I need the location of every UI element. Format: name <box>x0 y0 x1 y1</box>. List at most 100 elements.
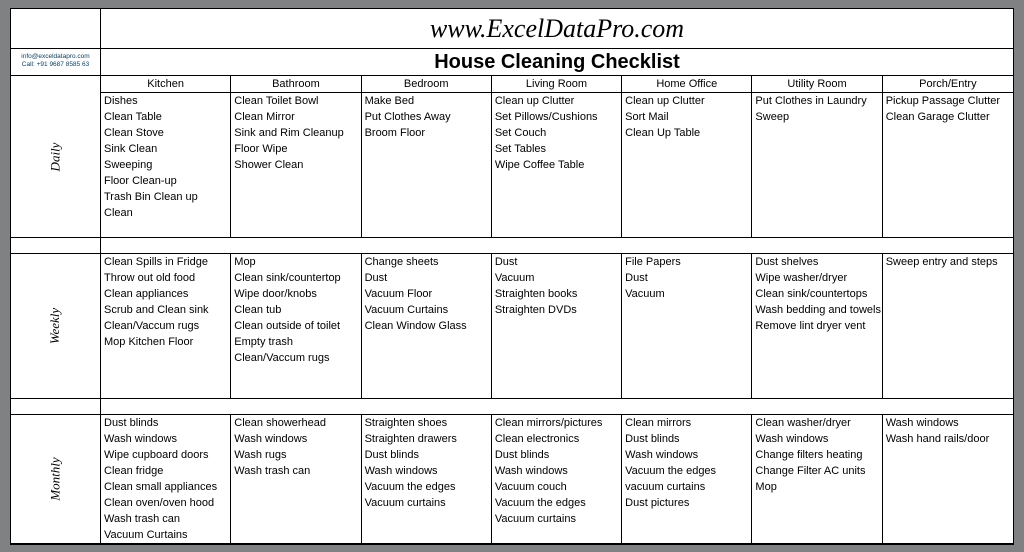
task-cell[interactable] <box>101 366 231 382</box>
task-cell[interactable]: Clean fridge <box>101 463 231 479</box>
task-cell[interactable]: Clean showerhead <box>231 415 361 431</box>
task-cell[interactable]: Vacuum the edges <box>622 463 752 479</box>
task-cell[interactable]: Vacuum <box>492 270 622 286</box>
task-cell[interactable]: Vacuum curtains <box>362 495 492 511</box>
task-cell[interactable] <box>492 189 622 205</box>
task-cell[interactable]: Straighten drawers <box>362 431 492 447</box>
task-cell[interactable]: Make Bed <box>362 93 492 109</box>
task-cell[interactable] <box>622 221 752 237</box>
task-cell[interactable] <box>883 141 1013 157</box>
task-cell[interactable] <box>752 125 882 141</box>
task-cell[interactable]: Straighten DVDs <box>492 302 622 318</box>
task-cell[interactable] <box>492 334 622 350</box>
task-cell[interactable] <box>752 511 882 527</box>
task-cell[interactable] <box>752 141 882 157</box>
task-cell[interactable] <box>231 173 361 189</box>
task-cell[interactable] <box>883 495 1013 511</box>
task-cell[interactable]: Dust <box>492 254 622 270</box>
task-cell[interactable]: Wash windows <box>622 447 752 463</box>
task-cell[interactable] <box>362 527 492 543</box>
task-cell[interactable] <box>883 318 1013 334</box>
task-cell[interactable] <box>362 157 492 173</box>
task-cell[interactable] <box>622 302 752 318</box>
task-cell[interactable]: Wash windows <box>492 463 622 479</box>
task-cell[interactable] <box>492 382 622 398</box>
task-cell[interactable]: Clean Mirror <box>231 109 361 125</box>
task-cell[interactable]: Straighten shoes <box>362 415 492 431</box>
task-cell[interactable]: Change Filter AC units <box>752 463 882 479</box>
task-cell[interactable]: Wash windows <box>231 431 361 447</box>
task-cell[interactable] <box>883 479 1013 495</box>
task-cell[interactable] <box>752 495 882 511</box>
task-cell[interactable]: Clean mirrors/pictures <box>492 415 622 431</box>
task-cell[interactable] <box>752 173 882 189</box>
task-cell[interactable] <box>362 511 492 527</box>
task-cell[interactable]: Scrub and Clean sink <box>101 302 231 318</box>
task-cell[interactable] <box>231 511 361 527</box>
task-cell[interactable] <box>622 350 752 366</box>
task-cell[interactable] <box>752 382 882 398</box>
task-cell[interactable]: Change filters heating <box>752 447 882 463</box>
task-cell[interactable]: Clean Table <box>101 109 231 125</box>
task-cell[interactable]: Sweep entry and steps <box>883 254 1013 270</box>
task-cell[interactable]: Wash windows <box>752 431 882 447</box>
task-cell[interactable]: vacuum curtains <box>622 479 752 495</box>
task-cell[interactable] <box>883 286 1013 302</box>
task-cell[interactable] <box>231 205 361 221</box>
task-cell[interactable] <box>101 221 231 237</box>
task-cell[interactable]: Clean/Vaccum rugs <box>101 318 231 334</box>
task-cell[interactable] <box>231 366 361 382</box>
task-cell[interactable]: Set Pillows/Cushions <box>492 109 622 125</box>
task-cell[interactable] <box>883 350 1013 366</box>
task-cell[interactable] <box>362 382 492 398</box>
task-cell[interactable]: Wash hand rails/door <box>883 431 1013 447</box>
task-cell[interactable]: Wipe door/knobs <box>231 286 361 302</box>
task-cell[interactable] <box>492 173 622 189</box>
task-cell[interactable] <box>752 366 882 382</box>
task-cell[interactable]: Clean outside of toilet <box>231 318 361 334</box>
task-cell[interactable] <box>622 157 752 173</box>
task-cell[interactable]: Wash windows <box>362 463 492 479</box>
task-cell[interactable]: Broom Floor <box>362 125 492 141</box>
task-cell[interactable] <box>883 189 1013 205</box>
task-cell[interactable]: Clean electronics <box>492 431 622 447</box>
task-cell[interactable] <box>883 125 1013 141</box>
task-cell[interactable] <box>362 334 492 350</box>
task-cell[interactable]: Mop Kitchen Floor <box>101 334 231 350</box>
task-cell[interactable]: Vacuum Curtains <box>101 527 231 543</box>
task-cell[interactable]: Set Couch <box>492 125 622 141</box>
task-cell[interactable] <box>492 318 622 334</box>
task-cell[interactable] <box>362 173 492 189</box>
task-cell[interactable]: Clean up Clutter <box>622 93 752 109</box>
task-cell[interactable]: Wash windows <box>101 431 231 447</box>
task-cell[interactable] <box>622 527 752 543</box>
task-cell[interactable]: Vacuum Floor <box>362 286 492 302</box>
task-cell[interactable] <box>622 382 752 398</box>
task-cell[interactable]: Clean appliances <box>101 286 231 302</box>
task-cell[interactable]: Clean up Clutter <box>492 93 622 109</box>
task-cell[interactable] <box>492 221 622 237</box>
task-cell[interactable]: Clean Stove <box>101 125 231 141</box>
task-cell[interactable]: File Papers <box>622 254 752 270</box>
task-cell[interactable]: Wipe cupboard doors <box>101 447 231 463</box>
task-cell[interactable] <box>752 157 882 173</box>
task-cell[interactable] <box>492 366 622 382</box>
task-cell[interactable] <box>622 334 752 350</box>
task-cell[interactable]: Mop <box>752 479 882 495</box>
task-cell[interactable] <box>883 447 1013 463</box>
task-cell[interactable]: Change sheets <box>362 254 492 270</box>
task-cell[interactable]: Dust blinds <box>492 447 622 463</box>
task-cell[interactable]: Shower Clean <box>231 157 361 173</box>
task-cell[interactable] <box>622 205 752 221</box>
task-cell[interactable]: Sort Mail <box>622 109 752 125</box>
task-cell[interactable] <box>883 334 1013 350</box>
task-cell[interactable]: Wash windows <box>883 415 1013 431</box>
task-cell[interactable]: Clean Garage Clutter <box>883 109 1013 125</box>
task-cell[interactable] <box>622 511 752 527</box>
task-cell[interactable] <box>883 205 1013 221</box>
task-cell[interactable] <box>362 141 492 157</box>
task-cell[interactable] <box>883 511 1013 527</box>
task-cell[interactable]: Clean <box>101 205 231 221</box>
task-cell[interactable]: Vacuum couch <box>492 479 622 495</box>
task-cell[interactable] <box>622 189 752 205</box>
